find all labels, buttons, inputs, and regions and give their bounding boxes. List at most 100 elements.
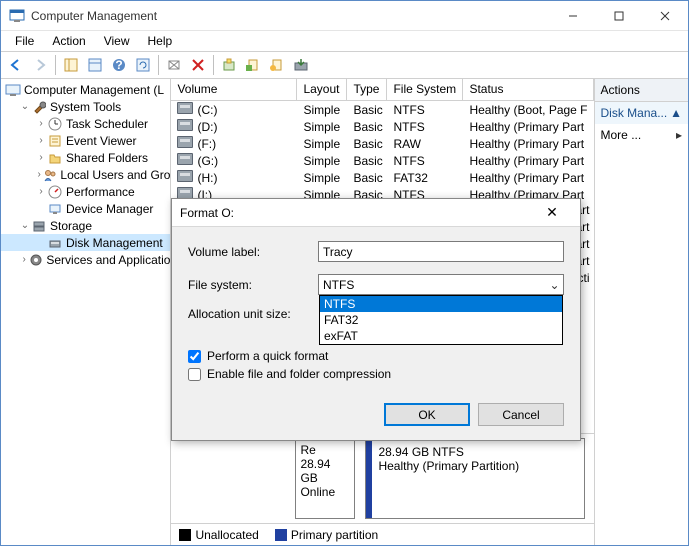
menu-help[interactable]: Help bbox=[140, 32, 181, 50]
drive-icon bbox=[177, 119, 193, 131]
fs-option-ntfs[interactable]: NTFS bbox=[320, 296, 562, 312]
disk-label: Re bbox=[300, 443, 350, 457]
cancel-button[interactable]: Cancel bbox=[478, 403, 564, 426]
volume-row[interactable]: (C:)SimpleBasicNTFSHealthy (Boot, Page F bbox=[171, 101, 593, 118]
allocation-size-label: Allocation unit size: bbox=[188, 307, 318, 321]
tree-system-tools[interactable]: ⌄ System Tools bbox=[1, 98, 170, 115]
col-filesystem[interactable]: File System bbox=[387, 79, 463, 100]
tree-label: Shared Folders bbox=[66, 151, 148, 165]
checkbox-label: Enable file and folder compression bbox=[207, 367, 391, 381]
tools-icon bbox=[31, 99, 47, 115]
tree-services[interactable]: › Services and Applicatio bbox=[1, 251, 170, 268]
tree-pane: Computer Management (L ⌄ System Tools › Ta… bbox=[1, 79, 171, 545]
volume-row[interactable]: (F:)SimpleBasicRAWHealthy (Primary Part bbox=[171, 135, 593, 152]
ok-button[interactable]: OK bbox=[384, 403, 470, 426]
tree-performance[interactable]: ›Performance bbox=[1, 183, 170, 200]
actions-more[interactable]: More ...▸ bbox=[595, 124, 688, 146]
drive-icon bbox=[177, 136, 193, 148]
collapse-arrow-icon: ▲ bbox=[670, 106, 682, 120]
menu-action[interactable]: Action bbox=[44, 32, 93, 50]
partition-size: 28.94 GB NTFS bbox=[378, 445, 578, 459]
tree-label: Local Users and Gro bbox=[60, 168, 170, 182]
expand-icon[interactable]: › bbox=[35, 169, 43, 180]
expand-icon[interactable]: › bbox=[19, 254, 29, 265]
event-icon bbox=[47, 133, 63, 149]
minimize-button[interactable] bbox=[550, 1, 596, 30]
collapse-icon[interactable]: ⌄ bbox=[19, 101, 31, 112]
folder-icon bbox=[47, 150, 63, 166]
close-button[interactable] bbox=[642, 1, 688, 30]
compression-checkbox[interactable]: Enable file and folder compression bbox=[188, 367, 564, 381]
tree-label: System Tools bbox=[50, 100, 121, 114]
volume-label-input[interactable] bbox=[318, 241, 564, 262]
users-icon bbox=[43, 167, 57, 183]
expand-icon[interactable]: › bbox=[35, 186, 47, 197]
show-hide-tree-button[interactable] bbox=[60, 54, 82, 76]
toolbar-icon-1[interactable] bbox=[163, 54, 185, 76]
expand-icon[interactable]: › bbox=[35, 152, 47, 163]
performance-icon bbox=[47, 184, 63, 200]
disk-size: 28.94 GB bbox=[300, 457, 350, 485]
disk-partition-box[interactable]: 28.94 GB NTFS Healthy (Primary Partition… bbox=[365, 438, 585, 519]
tree-label: Event Viewer bbox=[66, 134, 136, 148]
volume-row[interactable]: (D:)SimpleBasicNTFSHealthy (Primary Part bbox=[171, 118, 593, 135]
quick-format-checkbox[interactable]: Perform a quick format bbox=[188, 349, 564, 363]
toolbar-icon-5[interactable] bbox=[290, 54, 312, 76]
tree-task-scheduler[interactable]: › Task Scheduler bbox=[1, 115, 170, 132]
expand-icon[interactable]: › bbox=[35, 118, 47, 129]
actions-disk-management[interactable]: Disk Mana...▲ bbox=[595, 102, 688, 124]
app-icon bbox=[9, 8, 25, 24]
col-volume[interactable]: Volume bbox=[171, 79, 297, 100]
back-button[interactable] bbox=[5, 54, 27, 76]
forward-button[interactable] bbox=[29, 54, 51, 76]
dialog-titlebar: Format O: ✕ bbox=[172, 199, 580, 227]
maximize-button[interactable] bbox=[596, 1, 642, 30]
col-layout[interactable]: Layout bbox=[297, 79, 347, 100]
collapse-icon[interactable]: ⌄ bbox=[19, 220, 31, 231]
tree-root[interactable]: Computer Management (L bbox=[1, 81, 170, 98]
actions-pane: Actions Disk Mana...▲ More ...▸ bbox=[594, 79, 688, 545]
tree-label: Device Manager bbox=[66, 202, 153, 216]
dialog-title: Format O: bbox=[180, 206, 532, 220]
tree-device-manager[interactable]: Device Manager bbox=[1, 200, 170, 217]
fs-option-exfat[interactable]: exFAT bbox=[320, 328, 562, 344]
tree-event-viewer[interactable]: › Event Viewer bbox=[1, 132, 170, 149]
help-button[interactable]: ? bbox=[108, 54, 130, 76]
toolbar-icon-3[interactable] bbox=[242, 54, 264, 76]
volume-row[interactable]: (H:)SimpleBasicFAT32Healthy (Primary Par… bbox=[171, 169, 593, 186]
toolbar-icon-2[interactable] bbox=[218, 54, 240, 76]
tree-local-users[interactable]: › Local Users and Gro bbox=[1, 166, 170, 183]
disk-status: Online bbox=[300, 485, 350, 499]
tree-disk-management[interactable]: Disk Management bbox=[1, 234, 170, 251]
tree-shared-folders[interactable]: › Shared Folders bbox=[1, 149, 170, 166]
dialog-close-button[interactable]: ✕ bbox=[532, 204, 572, 221]
drive-icon bbox=[177, 153, 193, 165]
volume-row[interactable]: (G:)SimpleBasicNTFSHealthy (Primary Part bbox=[171, 152, 593, 169]
delete-button[interactable] bbox=[187, 54, 209, 76]
file-system-combo[interactable]: NTFS ⌄ NTFS FAT32 exFAT bbox=[318, 274, 564, 295]
properties-button[interactable] bbox=[84, 54, 106, 76]
fs-option-fat32[interactable]: FAT32 bbox=[320, 312, 562, 328]
tree-label: Storage bbox=[50, 219, 92, 233]
tree-label: Task Scheduler bbox=[66, 117, 148, 131]
chevron-down-icon: ⌄ bbox=[546, 275, 563, 294]
computer-icon bbox=[5, 82, 21, 98]
services-icon bbox=[29, 252, 43, 268]
checkbox-label: Perform a quick format bbox=[207, 349, 328, 363]
combo-value: NTFS bbox=[323, 278, 354, 292]
volume-label-label: Volume label: bbox=[188, 245, 318, 259]
refresh-button[interactable] bbox=[132, 54, 154, 76]
tree-storage[interactable]: ⌄ Storage bbox=[1, 217, 170, 234]
clock-icon bbox=[47, 116, 63, 132]
menu-view[interactable]: View bbox=[96, 32, 138, 50]
tree-root-label: Computer Management (L bbox=[24, 83, 164, 97]
expand-icon[interactable]: › bbox=[35, 135, 47, 146]
toolbar-icon-4[interactable] bbox=[266, 54, 288, 76]
col-type[interactable]: Type bbox=[347, 79, 387, 100]
tree-label: Services and Applicatio bbox=[46, 253, 170, 267]
menu-file[interactable]: File bbox=[7, 32, 42, 50]
drive-icon bbox=[177, 170, 193, 182]
disk-info-box[interactable]: Re 28.94 GB Online bbox=[295, 438, 355, 519]
col-status[interactable]: Status bbox=[463, 79, 593, 100]
device-icon bbox=[47, 201, 63, 217]
